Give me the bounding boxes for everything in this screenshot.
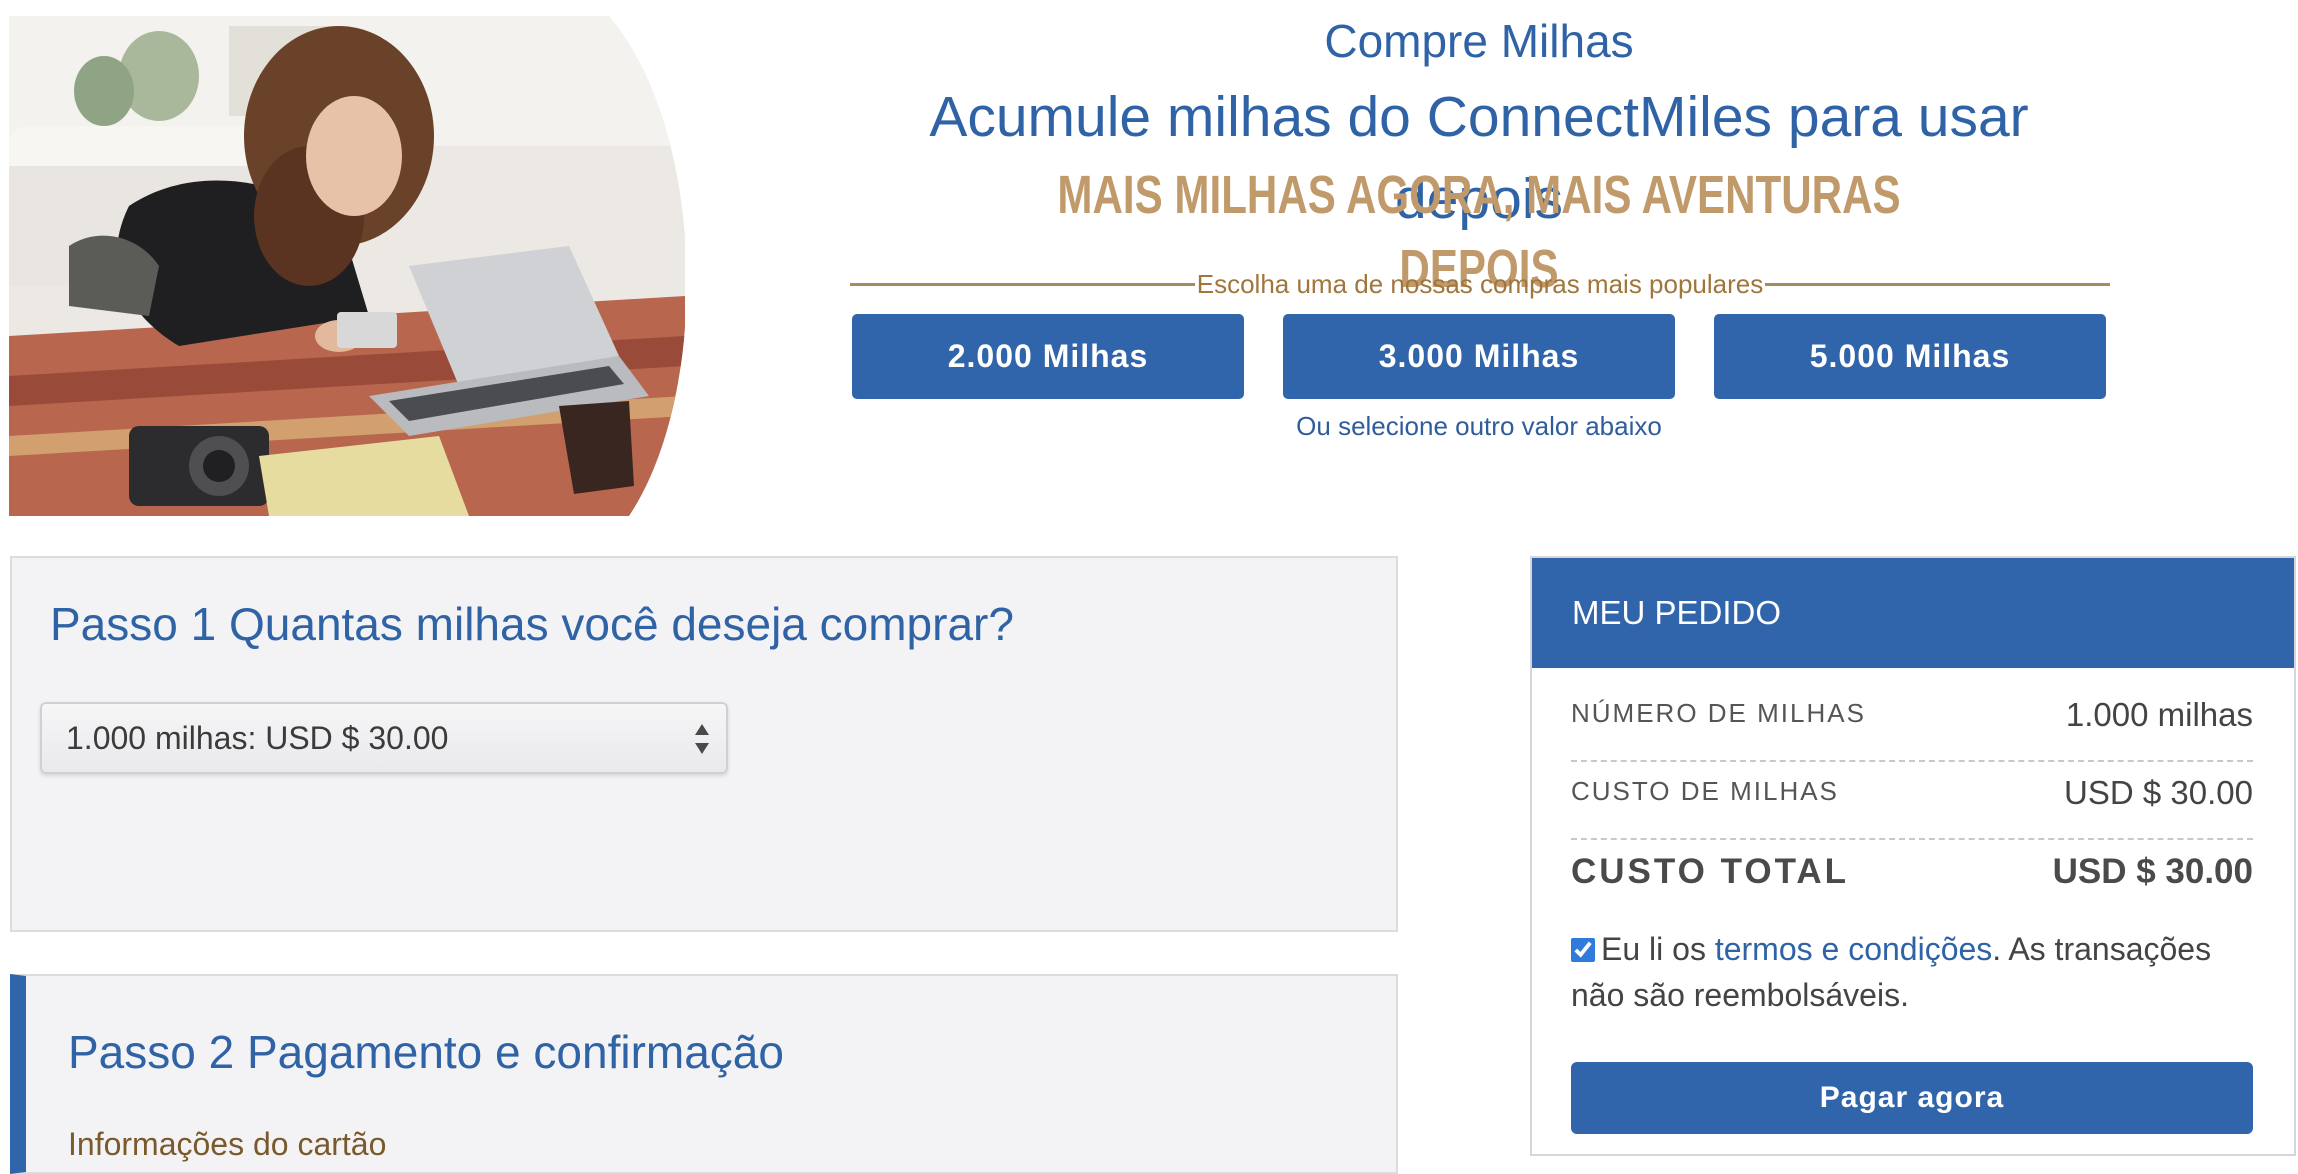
terms-prefix: Eu li os bbox=[1601, 931, 1706, 967]
popular-purchases-divider: Escolha uma de nossas compras mais popul… bbox=[850, 266, 2110, 302]
woman-with-laptop-illustration bbox=[9, 16, 685, 516]
hero-image bbox=[9, 16, 685, 516]
step2-title: Passo 2 Pagamento e confirmação bbox=[68, 1026, 784, 1078]
order-row-total: CUSTO TOTAL USD $ 30.00 bbox=[1571, 848, 2253, 904]
miles-amount-select[interactable]: 1.000 milhas: USD $ 30.00 bbox=[40, 702, 728, 774]
order-summary-header: MEU PEDIDO bbox=[1532, 558, 2294, 668]
select-arrows-icon bbox=[695, 724, 709, 754]
card-info-heading: Informações do cartão bbox=[68, 1126, 387, 1162]
order-row-miles-cost: CUSTO DE MILHAS USD $ 30.00 bbox=[1571, 768, 2253, 840]
order-row-label: NÚMERO DE MILHAS bbox=[1571, 698, 1866, 728]
step1-title: Passo 1 Quantas milhas você deseja compr… bbox=[50, 598, 1014, 650]
order-row-miles-count: NÚMERO DE MILHAS 1.000 milhas bbox=[1571, 690, 2253, 762]
terms-link[interactable]: termos e condições bbox=[1715, 931, 1992, 967]
order-total-label: CUSTO TOTAL bbox=[1571, 852, 1849, 891]
order-row-value: 1.000 milhas bbox=[2065, 696, 2253, 733]
page-subtitle: Compre Milhas bbox=[1324, 15, 1634, 67]
miles-amount-selected-value: 1.000 milhas: USD $ 30.00 bbox=[66, 720, 449, 756]
buy-5000-miles-button[interactable]: 5.000 Milhas bbox=[1714, 314, 2106, 399]
divider-line-right bbox=[1765, 283, 2110, 286]
order-total-value: USD $ 30.00 bbox=[2052, 852, 2253, 891]
order-summary-title: MEU PEDIDO bbox=[1572, 594, 1782, 631]
terms-agreement: Eu li os termos e condições. As transaçõ… bbox=[1571, 926, 2261, 1018]
buy-3000-miles-button[interactable]: 3.000 Milhas bbox=[1283, 314, 1675, 399]
select-other-amount-hint: Ou selecione outro valor abaixo bbox=[1296, 411, 1662, 441]
buy-2000-miles-button[interactable]: 2.000 Milhas bbox=[852, 314, 1244, 399]
order-row-value: USD $ 30.00 bbox=[2064, 774, 2253, 811]
order-row-label: CUSTO DE MILHAS bbox=[1571, 776, 1839, 806]
terms-checkbox[interactable] bbox=[1571, 938, 1595, 962]
pay-now-button[interactable]: Pagar agora bbox=[1571, 1062, 2253, 1134]
